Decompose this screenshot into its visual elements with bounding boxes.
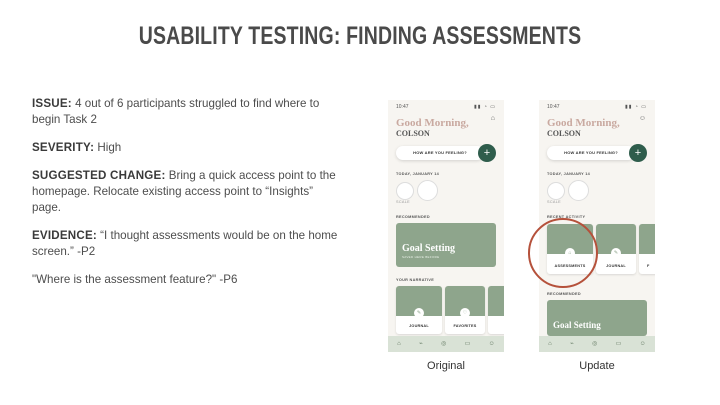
findings-text: ISSUE: 4 out of 6 participants struggled… [32,96,342,300]
phone-mockup-original: 10:47 ▮▮ ◔ ▭ Good Morning, COLSON ⌂ HOW … [388,100,504,352]
severity-label: SEVERITY: [32,141,95,154]
messages-icon[interactable]: ▭ [616,341,622,347]
severity-text: High [97,141,122,154]
mood-bubble[interactable] [417,180,438,201]
mood-row [396,180,441,201]
bell-icon[interactable]: ⌂ [491,115,495,122]
mood-bubble[interactable] [396,181,414,200]
partial-tile[interactable] [488,286,504,334]
user-name: COLSON [547,129,581,138]
account-icon[interactable]: ☺ [640,341,646,347]
issue-label: ISSUE: [32,97,72,110]
user-name: COLSON [396,129,430,138]
greeting: Good Morning, [396,117,469,129]
profile-icon[interactable]: ☺ [639,115,646,122]
greeting: Good Morning, [547,117,620,129]
tile-label: F [647,264,650,268]
home-icon[interactable]: ⌂ [548,341,552,347]
caption-original: Original [427,360,465,372]
evidence-label: EVIDENCE: [32,229,97,242]
mood-bubble[interactable] [568,180,589,201]
status-time: 10:47 [547,104,560,110]
goal-setting-card[interactable]: Goal Setting SAVED HERE BEFORE [396,223,496,267]
today-label: TODAY, JANUARY 14 [396,172,440,176]
issue-paragraph: ISSUE: 4 out of 6 participants struggled… [32,96,342,128]
account-icon[interactable]: ☺ [489,341,495,347]
favorites-tile[interactable]: ♡ FAVORITES [445,286,485,334]
card-title: Goal Setting [402,243,456,254]
feeling-prompt-button[interactable]: HOW ARE YOU FEELING? [396,146,484,160]
pencil-icon: ✎ [414,308,424,318]
severity-paragraph: SEVERITY: High [32,140,342,156]
card-title: Goal Setting [553,320,601,330]
add-button[interactable]: + [629,144,647,162]
goal-setting-card[interactable]: Goal Setting [547,300,647,336]
bottom-nav: ⌂ ⌁ ◎ ▭ ☺ [388,336,504,352]
slide-title: USABILITY TESTING: FINDING ASSESSMENTS [138,22,582,50]
caption-update: Update [579,360,615,372]
insights-icon[interactable]: ⌁ [419,341,423,347]
journal-tile[interactable]: ✎ JOURNAL [596,224,636,274]
mood-scale-label: SCALE [396,200,410,204]
bottom-nav: ⌂ ⌁ ◎ ▭ ☺ [539,336,655,352]
insights-icon[interactable]: ⌁ [570,341,574,347]
tile-label: JOURNAL [606,264,626,268]
evidence-paragraph: EVIDENCE: “I thought assessments would b… [32,228,342,260]
home-icon[interactable]: ⌂ [397,341,401,347]
recommended-label: RECOMMENDED [396,215,430,219]
add-button[interactable]: + [478,144,496,162]
mood-scale-label: SCALE [547,200,561,204]
status-time: 10:47 [396,104,409,110]
explore-icon[interactable]: ◎ [592,341,597,347]
tile-label: JOURNAL [409,324,429,328]
partial-tile[interactable]: F [639,224,655,274]
status-icons: ▮▮ ◔ ▭ [624,104,647,110]
mood-row [547,180,592,201]
messages-icon[interactable]: ▭ [465,341,471,347]
suggested-change-paragraph: SUGGESTED CHANGE: Bring a quick access p… [32,168,342,216]
explore-icon[interactable]: ◎ [441,341,446,347]
quote-p6: "Where is the assessment feature?" -P6 [32,273,238,286]
pencil-icon: ✎ [611,248,621,258]
recommended-label: RECOMMENDED [547,292,581,296]
tile-header [488,286,504,316]
issue-text: 4 out of 6 participants struggled to fin… [32,97,320,126]
journal-tile[interactable]: ✎ JOURNAL [396,286,442,334]
feeling-prompt-button[interactable]: HOW ARE YOU FEELING? [547,146,635,160]
tile-label: FAVORITES [453,324,477,328]
heart-icon: ♡ [460,308,470,318]
highlight-circle [528,218,598,288]
tile-header [639,224,655,254]
suggested-change-label: SUGGESTED CHANGE: [32,169,166,182]
status-icons: ▮▮ ◔ ▭ [473,104,496,110]
narrative-label: YOUR NARRATIVE [396,278,435,282]
mood-bubble[interactable] [547,181,565,200]
card-subtitle: SAVED HERE BEFORE [402,255,440,259]
today-label: TODAY, JANUARY 14 [547,172,591,176]
